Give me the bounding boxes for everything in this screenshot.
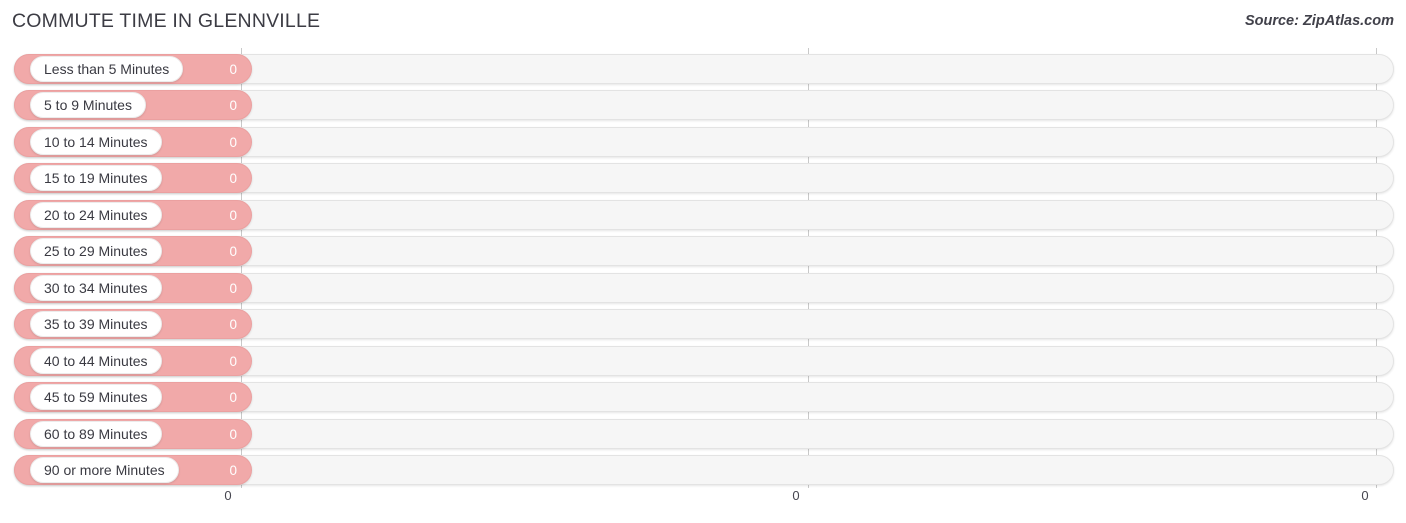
category-label-text: 15 to 19 Minutes (44, 170, 148, 187)
bar-row[interactable]: 0 35 to 39 Minutes (0, 309, 1406, 340)
category-label-text: Less than 5 Minutes (44, 61, 170, 77)
category-label-pill[interactable]: 10 to 14 Minutes (30, 128, 162, 155)
category-label-text: 90 or more Minutes (44, 461, 165, 478)
bar-row[interactable]: 0 40 to 44 Minutes (0, 345, 1406, 376)
category-label-pill[interactable]: 45 to 59 Minutes (30, 384, 162, 411)
category-label-pill[interactable]: 15 to 19 Minutes (30, 165, 162, 192)
category-label-pill[interactable]: 90 or more Minutes (30, 456, 179, 483)
bar-value-label: 0 (229, 244, 237, 260)
chart-plot-area: 0 Less than 5 Minutes 0 5 to 9 Minutes 0 10 t… (0, 48, 1406, 488)
bar-row[interactable]: 0 15 to 19 Minutes (0, 163, 1406, 194)
category-label-pill[interactable]: 60 to 89 Minutes (30, 420, 162, 447)
category-label-pill[interactable]: 5 to 9 Minutes (30, 92, 146, 119)
category-label-pill[interactable]: 40 to 44 Minutes (30, 347, 162, 374)
category-label-pill[interactable]: 20 to 24 Minutes (30, 201, 162, 228)
bar-row[interactable]: 0 5 to 9 Minutes (0, 90, 1406, 121)
bar-value-label: 0 (229, 390, 237, 406)
bar-row[interactable]: 0 90 or more Minutes (0, 454, 1406, 485)
bar-value-label: 0 (229, 280, 237, 296)
category-label-text: 25 to 29 Minutes (44, 243, 148, 260)
category-label-text: 60 to 89 Minutes (44, 425, 148, 442)
bar-value-label: 0 (229, 426, 237, 442)
bar-row[interactable]: 0 20 to 24 Minutes (0, 199, 1406, 230)
category-label-pill[interactable]: 35 to 39 Minutes (30, 311, 162, 338)
bar-value-label: 0 (229, 207, 237, 223)
category-label-text: 30 to 34 Minutes (44, 279, 148, 296)
category-label-text: 10 to 14 Minutes (44, 133, 148, 150)
category-label-pill[interactable]: 30 to 34 Minutes (30, 274, 162, 301)
category-label-text: 20 to 24 Minutes (44, 206, 148, 223)
x-axis-tick-label: 0 (1361, 488, 1369, 503)
bar-value-label: 0 (229, 62, 237, 77)
category-label-text: 40 to 44 Minutes (44, 352, 148, 369)
category-label-text: 5 to 9 Minutes (44, 97, 132, 114)
bar-value-label: 0 (229, 134, 237, 150)
bar-value-label: 0 (229, 98, 237, 114)
bar-row[interactable]: 0 Less than 5 Minutes (0, 54, 1406, 84)
bar-value-label: 0 (229, 171, 237, 187)
chart-title: COMMUTE TIME IN GLENNVILLE (12, 10, 321, 32)
bar-value-label: 0 (229, 317, 237, 333)
category-label-text: 45 to 59 Minutes (44, 389, 148, 406)
x-axis-tick-label: 0 (224, 488, 232, 503)
bar-row[interactable]: 0 45 to 59 Minutes (0, 382, 1406, 413)
bar-row[interactable]: 0 25 to 29 Minutes (0, 236, 1406, 267)
category-label-pill[interactable]: 25 to 29 Minutes (30, 238, 162, 265)
category-label-pill[interactable]: Less than 5 Minutes (30, 56, 184, 82)
bar-value-label: 0 (229, 353, 237, 369)
x-axis-tick-label: 0 (792, 488, 800, 503)
bar-row[interactable]: 0 30 to 34 Minutes (0, 272, 1406, 303)
chart-source-attribution: Source: ZipAtlas.com (1244, 13, 1394, 29)
x-axis: 0 0 0 (0, 488, 1406, 518)
category-label-text: 35 to 39 Minutes (44, 316, 148, 333)
bar-row[interactable]: 0 10 to 14 Minutes (0, 126, 1406, 157)
bar-value-label: 0 (229, 462, 237, 478)
bar-row[interactable]: 0 60 to 89 Minutes (0, 418, 1406, 449)
